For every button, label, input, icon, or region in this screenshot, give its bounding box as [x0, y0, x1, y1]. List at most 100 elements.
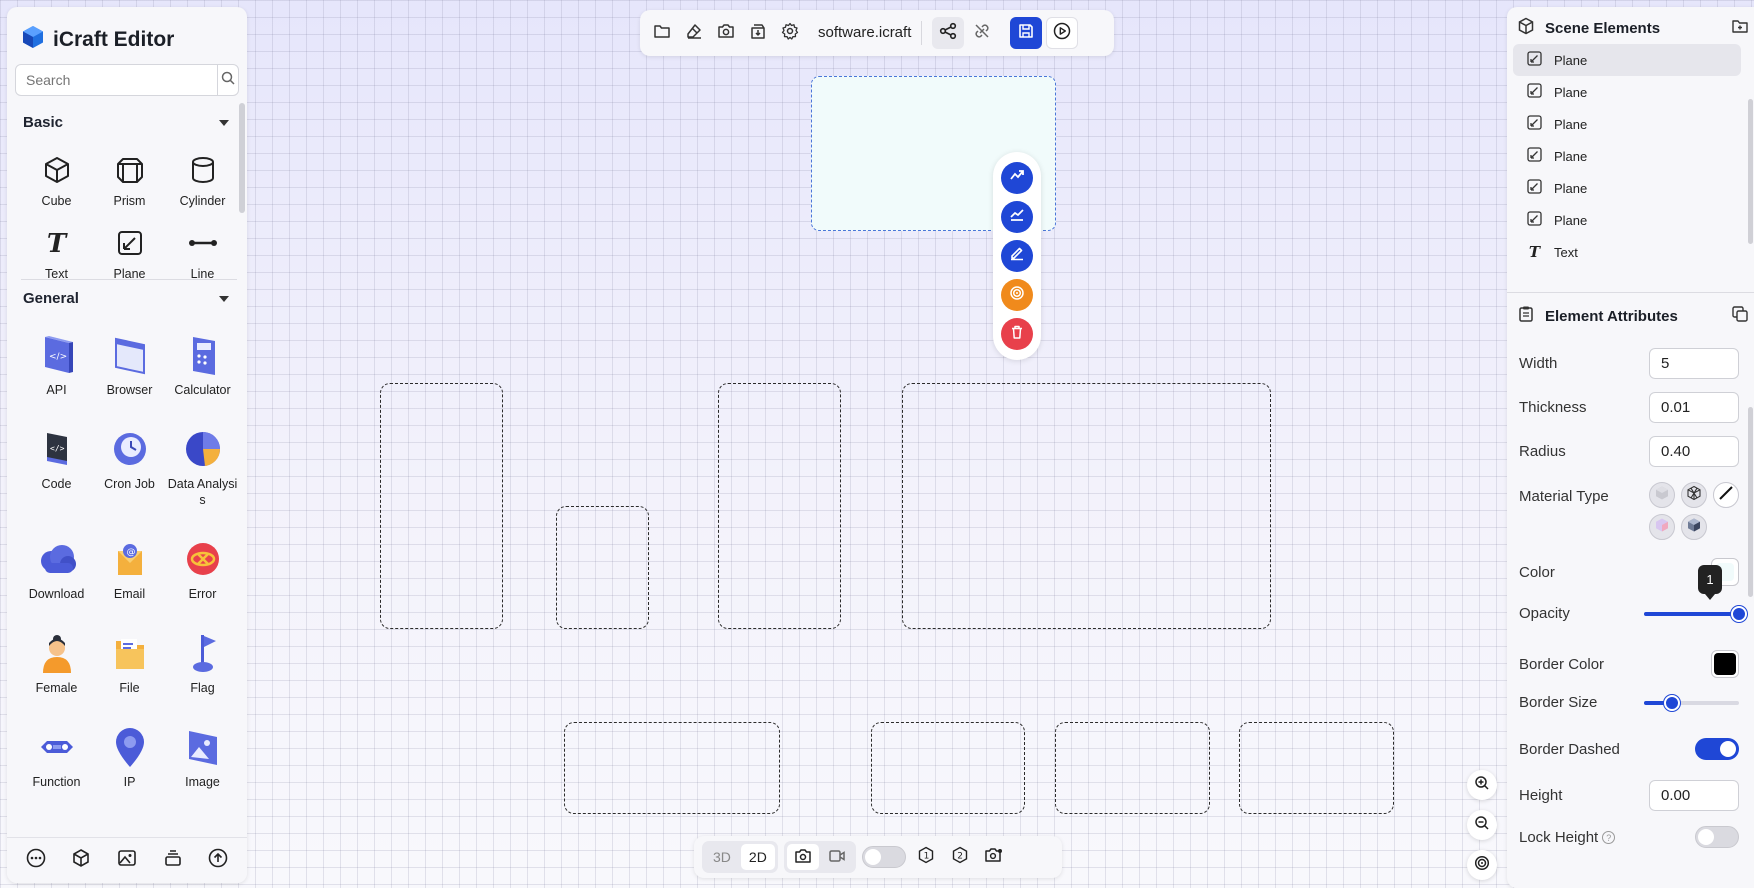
general-item-image[interactable]: Image — [166, 725, 239, 819]
focus-button[interactable] — [1001, 279, 1033, 312]
border-size-slider[interactable] — [1644, 694, 1739, 711]
zoom-in-button[interactable] — [1467, 770, 1497, 800]
open-button[interactable] — [648, 19, 676, 47]
list-item[interactable]: Plane — [1513, 140, 1741, 172]
opacity-slider[interactable] — [1644, 605, 1747, 622]
height-input[interactable]: 0.00 — [1649, 780, 1739, 811]
edit-button[interactable] — [1001, 239, 1033, 272]
upload-button[interactable] — [204, 847, 232, 875]
basic-item-cylinder[interactable]: Cylinder — [166, 152, 239, 209]
plane-shape[interactable] — [564, 722, 780, 814]
delete-button[interactable] — [1001, 318, 1033, 351]
recenter-button[interactable] — [1467, 850, 1497, 880]
general-item-code[interactable]: </> Code — [20, 427, 93, 537]
basic-item-text[interactable]: T Text — [20, 225, 93, 282]
border-dashed-toggle[interactable] — [1695, 738, 1739, 760]
photo-mode-button[interactable] — [786, 844, 819, 870]
trend-button[interactable] — [1001, 161, 1033, 194]
material-wire-option[interactable] — [1681, 482, 1707, 508]
play-button[interactable] — [1046, 17, 1079, 49]
plane-shape[interactable] — [380, 383, 503, 629]
add-folder-icon[interactable] — [1731, 17, 1749, 39]
line-chart-icon — [1009, 206, 1025, 227]
general-item-data-analysis[interactable]: Data Analysis — [166, 427, 239, 537]
list-item[interactable]: T Text — [1513, 236, 1741, 268]
svg-text:</>: </> — [50, 444, 65, 453]
border-size-slider-knob[interactable] — [1664, 694, 1680, 711]
settings-button[interactable] — [776, 19, 804, 47]
general-item-calculator[interactable]: Calculator — [166, 333, 239, 427]
material-metal-option[interactable] — [1681, 514, 1707, 540]
material-matte-option[interactable] — [1649, 482, 1675, 508]
basic-item-plane[interactable]: Plane — [93, 225, 166, 282]
view-toggle[interactable] — [861, 846, 906, 868]
preset-1-button[interactable]: 1 — [912, 843, 940, 871]
play-icon — [1053, 22, 1071, 45]
material-line-option[interactable] — [1713, 482, 1739, 508]
list-item[interactable]: Plane — [1513, 204, 1741, 236]
topology-button[interactable] — [932, 17, 965, 49]
list-item[interactable]: Plane — [1513, 76, 1741, 108]
screenshot-button[interactable] — [712, 19, 740, 47]
radius-input[interactable]: 0.40 — [1649, 436, 1739, 467]
basic-item-cube[interactable]: Cube — [20, 152, 93, 209]
left-scrollbar[interactable] — [239, 103, 245, 213]
import-button[interactable] — [744, 19, 772, 47]
chart-button[interactable] — [1001, 200, 1033, 233]
basic-item-prism[interactable]: Prism — [93, 152, 166, 209]
basic-item-line[interactable]: Line — [166, 225, 239, 282]
general-item-browser[interactable]: Browser — [93, 333, 166, 427]
plane-shape[interactable] — [1239, 722, 1394, 814]
general-item-api[interactable]: </> API — [20, 333, 93, 427]
attributes-scrollbar[interactable] — [1748, 407, 1753, 597]
target-icon — [1474, 855, 1490, 876]
opacity-slider-knob[interactable] — [1731, 605, 1747, 622]
plane-shape[interactable] — [1055, 722, 1210, 814]
video-mode-button[interactable] — [821, 844, 853, 870]
general-item-cron-job[interactable]: Cron Job — [93, 427, 166, 537]
clear-button[interactable] — [680, 19, 708, 47]
general-item-error[interactable]: Error — [166, 537, 239, 631]
copy-icon[interactable] — [1731, 305, 1749, 327]
plane-shape[interactable] — [718, 383, 841, 629]
section-basic-header[interactable]: Basic — [23, 114, 229, 131]
general-item-ip[interactable]: IP — [93, 725, 166, 819]
border-color-swatch[interactable] — [1711, 650, 1739, 678]
general-item-email[interactable]: @ Email — [93, 537, 166, 631]
list-item[interactable]: Plane — [1513, 108, 1741, 140]
general-item-female[interactable]: Female — [20, 631, 93, 725]
save-button[interactable] — [1010, 17, 1043, 49]
layers-button[interactable] — [159, 847, 187, 875]
scene-list-scrollbar[interactable] — [1748, 99, 1753, 244]
images-button[interactable] — [113, 847, 141, 875]
material-glass-option[interactable] — [1649, 514, 1675, 540]
general-item-flag[interactable]: Flag — [166, 631, 239, 725]
link-button[interactable] — [968, 19, 996, 47]
api-icon: </> — [37, 333, 77, 380]
file-icon — [110, 631, 150, 678]
zoom-out-button[interactable] — [1467, 810, 1497, 840]
lock-height-toggle[interactable] — [1695, 826, 1739, 848]
plane-shape[interactable] — [902, 383, 1271, 629]
plane-shape[interactable] — [871, 722, 1025, 814]
models-button[interactable] — [67, 847, 95, 875]
help-icon[interactable]: ? — [1602, 831, 1616, 845]
general-item-download[interactable]: Download — [20, 537, 93, 631]
preset-2-button[interactable]: 2 — [946, 843, 974, 871]
list-item[interactable]: Plane — [1513, 172, 1741, 204]
more-button[interactable] — [22, 847, 50, 875]
search-button[interactable] — [217, 65, 238, 95]
list-item[interactable]: Plane — [1513, 44, 1741, 76]
gear-icon — [781, 22, 799, 45]
mode-2d-button[interactable]: 2D — [740, 844, 775, 870]
file-name[interactable]: software.icraft — [808, 21, 923, 45]
capture-settings-button[interactable] — [980, 843, 1008, 871]
thickness-input[interactable]: 0.01 — [1649, 392, 1739, 423]
general-item-file[interactable]: File — [93, 631, 166, 725]
general-item-function[interactable]: Function — [20, 725, 93, 819]
mode-3d-button[interactable]: 3D — [705, 844, 739, 870]
plane-shape[interactable] — [556, 506, 649, 629]
section-general-header[interactable]: General — [23, 290, 229, 307]
search-input[interactable] — [16, 65, 217, 95]
width-input[interactable]: 5 — [1649, 348, 1739, 379]
